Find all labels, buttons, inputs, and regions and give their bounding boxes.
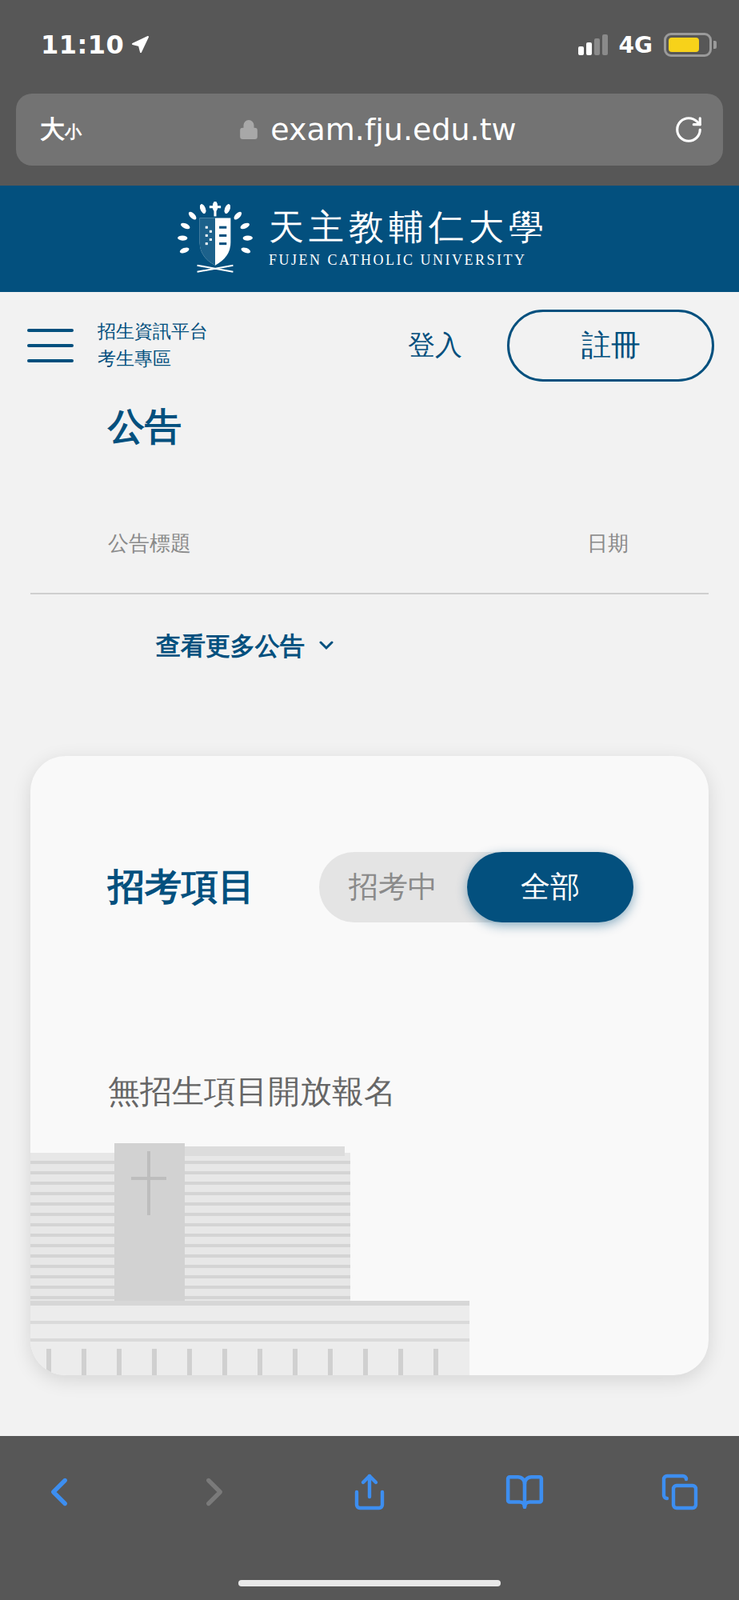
status-bar: 11:10 4G: [0, 0, 739, 90]
column-label: 公告標題: [107, 520, 192, 566]
bookmarks-button[interactable]: [500, 1467, 549, 1516]
exams-title: 招考項目: [107, 862, 256, 912]
platform-line: 考生專區: [97, 345, 208, 372]
menu-icon: [27, 327, 74, 364]
column-label: 日期: [587, 520, 629, 566]
tabs-icon: [660, 1472, 700, 1511]
location-arrow-icon: [130, 35, 150, 55]
filter-option[interactable]: 全部: [467, 851, 634, 923]
status-indicators: 4G: [578, 31, 717, 59]
forward-icon: [191, 1468, 238, 1515]
platform-line: 招生資訊平台: [97, 318, 208, 345]
bookmarks-icon: [504, 1471, 545, 1512]
announcements-header: 公告標題 日期: [30, 520, 709, 595]
home-indicator: [238, 1579, 501, 1586]
battery-icon: [663, 32, 717, 57]
reload-icon[interactable]: [673, 114, 704, 145]
hospital-building-watermark: [30, 1128, 470, 1375]
university-title: 天主教輔仁大學: [268, 208, 549, 248]
browser-toolbar: [0, 1435, 739, 1600]
battery-fill: [668, 37, 700, 52]
page: 11:10 4G 大小 exam.fju.edu.tw 天主教輔仁大學 FUJEN CAT…: [0, 0, 739, 1600]
university-subtitle: FUJEN CATHOLIC UNIVERSITY: [268, 251, 549, 269]
url-group[interactable]: exam.fju.edu.tw: [81, 111, 674, 148]
signal-bar: [594, 38, 600, 56]
exams-card: 招考項目 招考中全部無招生項目開放報名: [30, 755, 709, 1375]
back-icon: [35, 1468, 83, 1515]
signal-bar: [602, 34, 608, 56]
url-text[interactable]: exam.fju.edu.tw: [270, 111, 516, 148]
login-link[interactable]: 登入: [407, 327, 463, 364]
text-size-button[interactable]: 大小: [39, 112, 82, 147]
empty-message: 無招生項目開放報名: [30, 1070, 709, 1111]
announcements: 公告公告標題 日期查看更多公告: [0, 398, 739, 665]
more-announcements-label[interactable]: 查看更多公告: [155, 626, 305, 665]
status-time: 11:10: [40, 29, 124, 60]
lock-icon: [238, 119, 260, 140]
back-button[interactable]: [35, 1467, 84, 1516]
exams-filter-toggle[interactable]: 招考中全部: [319, 851, 634, 923]
announcements-title: 公告: [30, 403, 709, 449]
battery-body: [663, 32, 712, 57]
share-icon: [350, 1472, 389, 1511]
university-crest-icon: [174, 199, 256, 279]
platform-label: 招生資訊平台考生專區: [97, 318, 208, 372]
register-button[interactable]: 註冊: [507, 309, 715, 382]
browser-chrome: 11:10 4G 大小 exam.fju.edu.tw: [0, 0, 739, 186]
filter-option[interactable]: 招考中: [319, 851, 468, 923]
more-announcements-link[interactable]: 查看更多公告: [30, 626, 709, 665]
signal-bar: [586, 42, 592, 56]
address-field[interactable]: 大小 exam.fju.edu.tw: [15, 93, 724, 166]
share-button[interactable]: [345, 1467, 394, 1516]
chevron-down-icon: [319, 640, 334, 651]
forward-button[interactable]: [190, 1467, 239, 1516]
signal-icon: [578, 34, 608, 56]
menu-button[interactable]: [27, 327, 74, 364]
battery-cap: [713, 40, 717, 49]
toolbar-buttons: [0, 1435, 739, 1516]
tabs-button[interactable]: [655, 1467, 704, 1516]
university-name: 天主教輔仁大學 FUJEN CATHOLIC UNIVERSITY: [268, 208, 549, 269]
time-group: 11:10: [40, 29, 150, 60]
address-bar: 大小 exam.fju.edu.tw: [0, 89, 739, 186]
network-type: 4G: [619, 31, 653, 59]
nav-bar: 招生資訊平台考生專區 登入 註冊: [0, 291, 739, 399]
exams-header: 招考項目 招考中全部: [30, 851, 709, 923]
site-header: 天主教輔仁大學 FUJEN CATHOLIC UNIVERSITY: [0, 185, 739, 292]
signal-bar: [578, 46, 584, 56]
